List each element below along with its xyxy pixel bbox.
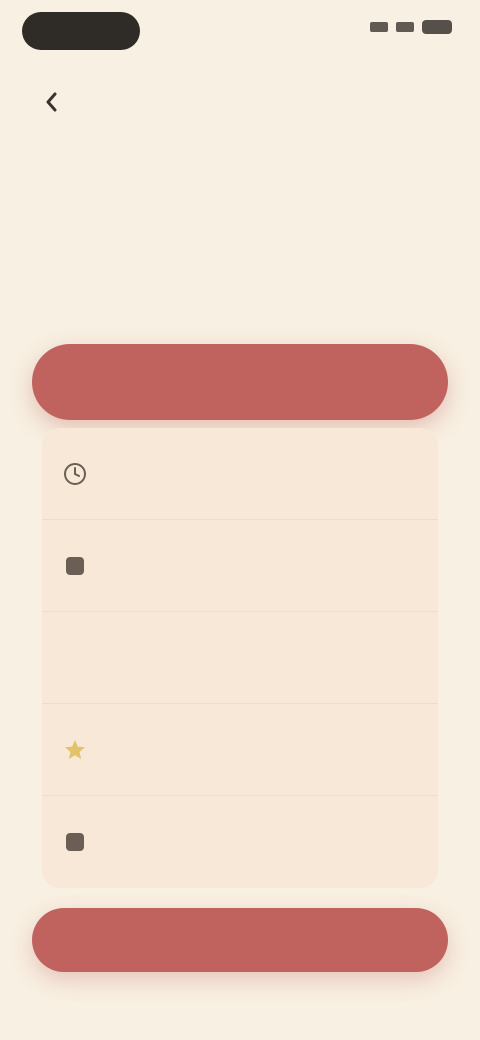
list-item[interactable] xyxy=(42,612,438,704)
options-list xyxy=(42,428,438,888)
back-nav[interactable] xyxy=(38,88,84,116)
blank-icon xyxy=(60,643,90,673)
list-item[interactable] xyxy=(42,428,438,520)
list-item[interactable] xyxy=(42,704,438,796)
list-item[interactable] xyxy=(42,796,438,888)
signal-icon xyxy=(370,22,388,32)
battery-icon xyxy=(422,20,452,34)
star-icon xyxy=(60,735,90,765)
status-icons xyxy=(370,20,452,34)
primary-action-button[interactable] xyxy=(32,344,448,420)
list-item[interactable] xyxy=(42,520,438,612)
square-icon xyxy=(60,551,90,581)
square-icon xyxy=(60,827,90,857)
status-time xyxy=(22,12,140,50)
clock-icon xyxy=(60,459,90,489)
wifi-icon xyxy=(396,22,414,32)
footer-action-button[interactable] xyxy=(32,908,448,972)
status-bar xyxy=(0,0,480,64)
chevron-left-icon[interactable] xyxy=(38,88,66,116)
